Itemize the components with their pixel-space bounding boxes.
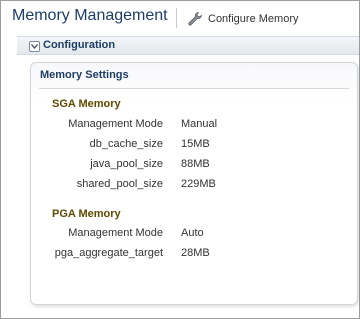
- panel-title: Memory Settings: [40, 69, 129, 81]
- sga-management-mode-value: Manual: [181, 118, 218, 130]
- pga-management-mode-value: Auto: [181, 227, 204, 239]
- panel-divider: [39, 88, 349, 89]
- pga-aggregate-target-label: pga_aggregate_target: [54, 247, 163, 259]
- configure-memory-link[interactable]: Configure Memory: [187, 10, 298, 28]
- memory-settings-panel: Memory Settings SGA Memory Management Mo…: [30, 62, 358, 305]
- pga-management-mode-label: Management Mode: [68, 227, 163, 239]
- configuration-section-header[interactable]: Configuration: [17, 36, 359, 55]
- sga-memory-title: SGA Memory: [52, 98, 121, 110]
- pga-memory-title: PGA Memory: [52, 208, 121, 220]
- page-header: Memory Management Configure Memory: [1, 1, 359, 35]
- wrench-icon: [187, 11, 203, 27]
- chevron-down-icon: [31, 44, 38, 49]
- pga-aggregate-target-value: 28MB: [181, 247, 210, 259]
- java-pool-size-label: java_pool_size: [90, 158, 163, 170]
- header-divider: [176, 8, 177, 28]
- memory-management-window: Memory Management Configure Memory Confi…: [0, 0, 360, 319]
- java-pool-size-value: 88MB: [181, 158, 210, 170]
- shared-pool-size-value: 229MB: [181, 178, 216, 190]
- db-cache-size-value: 15MB: [181, 138, 210, 150]
- page-title: Memory Management: [12, 7, 168, 24]
- configure-memory-label: Configure Memory: [208, 13, 299, 25]
- sga-management-mode-label: Management Mode: [68, 118, 163, 130]
- db-cache-size-label: db_cache_size: [89, 138, 163, 150]
- shared-pool-size-label: shared_pool_size: [76, 178, 163, 190]
- section-title: Configuration: [43, 39, 116, 51]
- section-toggle-button[interactable]: [29, 41, 40, 52]
